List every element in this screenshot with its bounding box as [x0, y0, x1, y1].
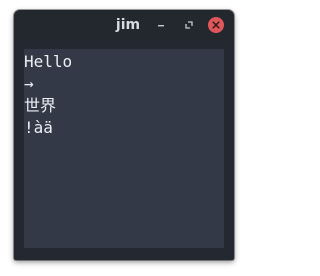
- maximize-button[interactable]: [182, 18, 196, 32]
- minimize-button[interactable]: [154, 18, 168, 32]
- window-title: jim: [115, 17, 141, 33]
- terminal-line: 世界: [24, 96, 57, 115]
- terminal-line: Hello: [24, 52, 73, 71]
- maximize-icon: [185, 21, 193, 29]
- app-window: jim Hello → 世界 !àä: [14, 10, 234, 260]
- minimize-icon: [158, 25, 164, 27]
- title-bar[interactable]: jim: [14, 10, 234, 41]
- terminal-output[interactable]: Hello → 世界 !àä: [24, 49, 224, 248]
- close-button[interactable]: [208, 17, 224, 33]
- terminal-line: !àä: [24, 118, 53, 137]
- close-icon: [212, 21, 220, 29]
- terminal-line: →: [24, 74, 34, 93]
